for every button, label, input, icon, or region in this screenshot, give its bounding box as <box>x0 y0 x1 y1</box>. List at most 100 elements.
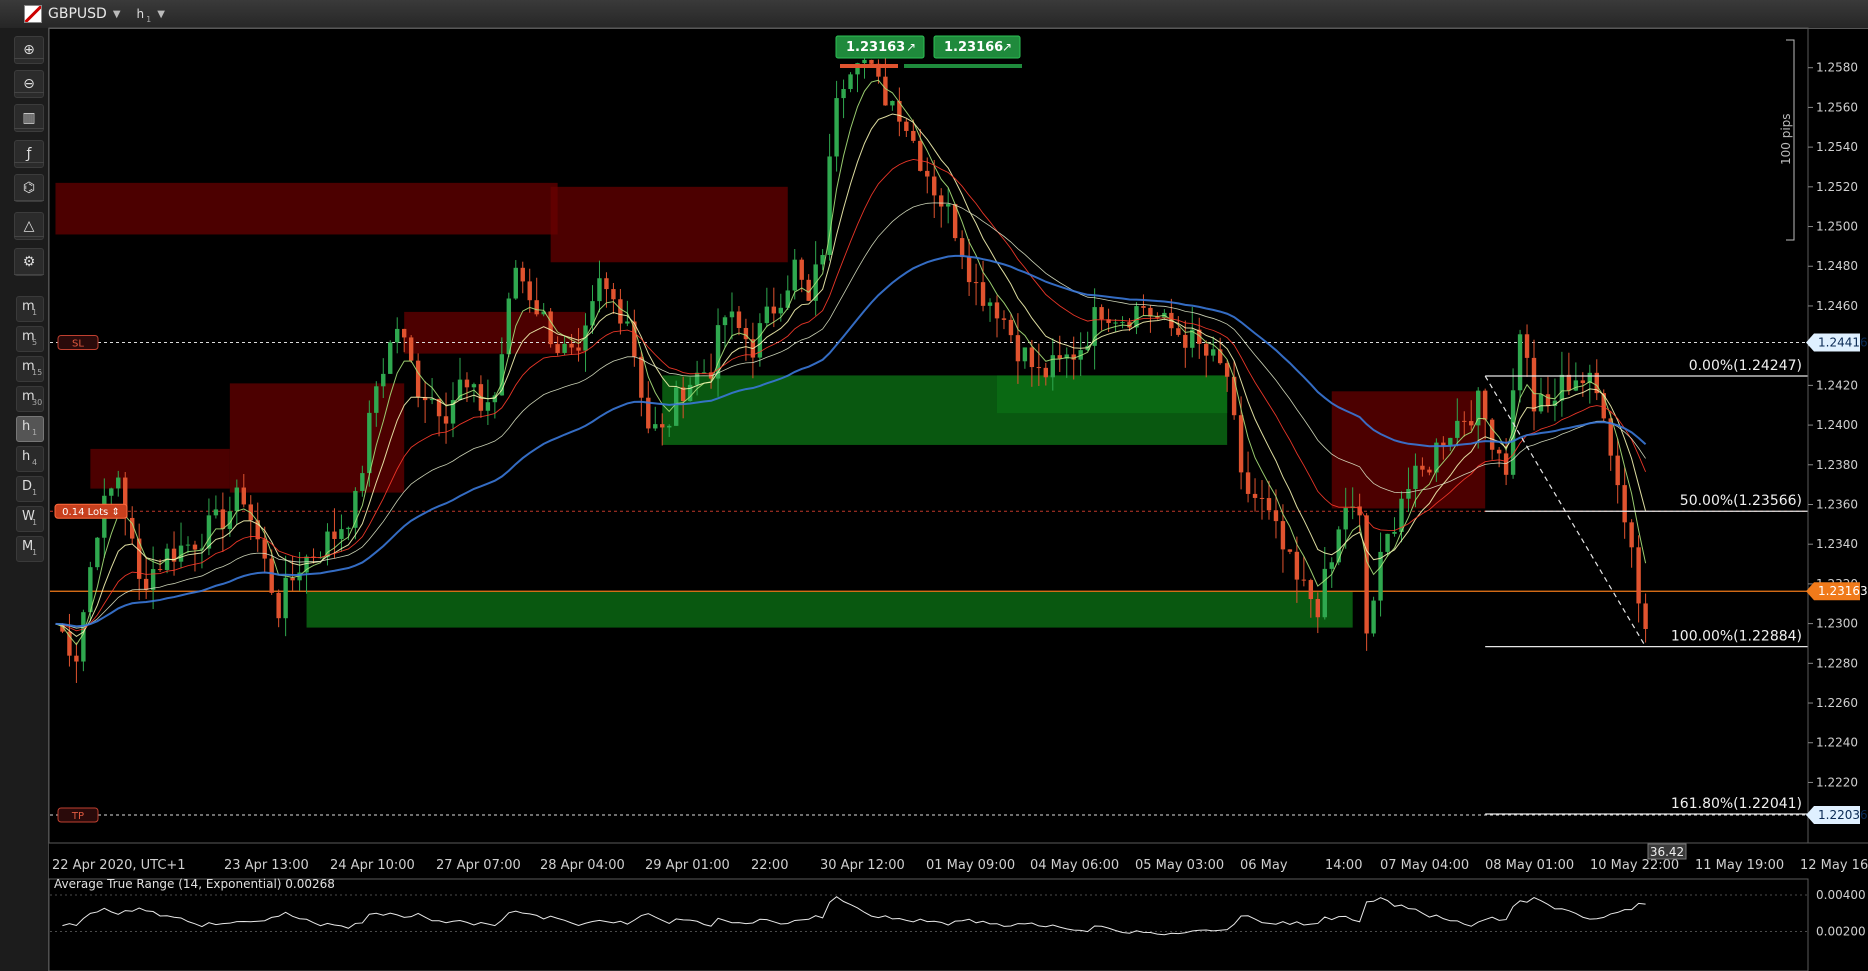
candle-body <box>471 384 477 388</box>
candle-body <box>346 527 351 530</box>
time-tick-label: 24 Apr 10:00 <box>330 858 415 873</box>
candle-body <box>290 577 295 581</box>
price-tick-label: 1.2460 <box>1816 299 1858 313</box>
time-tick-label: 28 Apr 04:00 <box>540 858 625 873</box>
candle-body <box>1531 357 1537 412</box>
candle-body <box>743 327 749 340</box>
candle-body <box>276 592 281 619</box>
time-tick-label: 23 Apr 13:00 <box>224 858 309 873</box>
candle-body <box>520 267 525 282</box>
candle-body <box>1057 355 1062 359</box>
price-tick-label: 1.2280 <box>1816 656 1858 670</box>
candle-body <box>1071 354 1076 360</box>
candle-body <box>639 356 644 398</box>
candle-body <box>736 311 742 328</box>
buy-button-label[interactable]: 1.23166 <box>944 40 1003 55</box>
candle-body <box>485 402 491 411</box>
candle-body <box>464 379 470 388</box>
candle-body <box>869 59 874 64</box>
candle-body <box>220 509 226 529</box>
candle-body <box>1413 465 1418 489</box>
candle-body <box>1050 355 1055 378</box>
lots-tag[interactable]: 0.14 Lots ⇕ <box>62 507 120 518</box>
price-tick-label: 1.2260 <box>1816 696 1858 710</box>
time-tick-label: 07 May 04:00 <box>1380 858 1469 873</box>
candle-body <box>1141 306 1146 308</box>
time-tick-label: 27 Apr 07:00 <box>436 858 521 873</box>
fib-level-label: 50.00%(1.23566) <box>1680 493 1802 509</box>
candle-body <box>597 278 602 302</box>
candle-body <box>932 176 937 196</box>
candle-body <box>1329 562 1334 569</box>
price-tick-label: 1.2220 <box>1816 775 1858 789</box>
price-tick-label: 1.2540 <box>1816 140 1858 154</box>
candle-body <box>1176 328 1181 335</box>
candle-body <box>1204 343 1209 356</box>
candle-body <box>262 539 267 559</box>
price-tick-label: 1.2420 <box>1816 378 1858 392</box>
candle-body <box>966 257 972 283</box>
price-tick-label: 1.2380 <box>1816 458 1858 472</box>
candle-body <box>841 89 846 99</box>
candle-body <box>1315 599 1321 618</box>
time-tick-label: 12 May 16: <box>1800 858 1868 873</box>
candle-body <box>611 289 616 300</box>
candle-body <box>827 156 832 255</box>
atr-tick-label: 0.00200 <box>1816 924 1866 938</box>
candle-body <box>1183 334 1188 348</box>
candle-body <box>848 74 853 90</box>
candle-body <box>367 412 372 474</box>
candle-body <box>506 298 512 355</box>
price-tick-label: 1.2520 <box>1816 180 1858 194</box>
candle-body <box>234 487 240 512</box>
candle-body <box>604 278 609 290</box>
candle-body <box>1008 319 1014 336</box>
fib-level-label: 100.00%(1.22884) <box>1671 629 1802 645</box>
candle-body <box>1148 307 1153 317</box>
time-tick-label: 01 May 09:00 <box>926 858 1015 873</box>
candle-body <box>332 531 337 539</box>
candle-body <box>1280 521 1286 550</box>
time-tick-label: 05 May 03:00 <box>1135 858 1224 873</box>
candle-body <box>527 281 532 301</box>
candle-body <box>1392 531 1397 534</box>
candle-body <box>339 529 344 539</box>
price-tick-label: 1.2240 <box>1816 736 1858 750</box>
candle-body <box>1420 465 1425 470</box>
candle-body <box>185 544 191 546</box>
candle-body <box>143 578 149 590</box>
candle-body <box>95 537 100 568</box>
price-tick-label: 1.2300 <box>1816 617 1858 631</box>
candle-body <box>513 267 518 299</box>
candle-body <box>1427 469 1432 473</box>
candle-body <box>562 343 567 353</box>
sell-button-label[interactable]: 1.23163 <box>846 40 905 55</box>
candle-body <box>381 373 386 387</box>
candle-body <box>1252 493 1258 498</box>
candle-body <box>1001 318 1007 320</box>
price-tick-label: 1.2340 <box>1816 537 1858 551</box>
candle-body <box>1524 334 1530 358</box>
candle-body <box>1378 551 1383 601</box>
sell-spread-bar <box>840 64 898 68</box>
candle-body <box>925 170 930 177</box>
candle-body <box>1029 347 1035 368</box>
fib-level-label: 0.00%(1.24247) <box>1689 358 1802 374</box>
sl-tag[interactable]: SL <box>72 338 84 349</box>
candle-body <box>1224 363 1230 377</box>
candle-body <box>1469 421 1474 426</box>
candle-body <box>792 259 797 291</box>
candle-body <box>959 238 965 258</box>
candle-body <box>1448 437 1453 446</box>
chart-canvas[interactable]: 0.00%(1.24247) 50.00%(1.23566) 100.00%(1.2… <box>0 0 1868 971</box>
tp-tag[interactable]: TP <box>71 811 84 822</box>
current-price-tag: 1.23163 <box>1818 584 1868 598</box>
candle-body <box>415 360 421 397</box>
candle-body <box>1462 420 1467 422</box>
candle-body <box>157 569 163 571</box>
candle-body <box>443 416 449 424</box>
candle-body <box>1113 322 1118 324</box>
candle-body <box>395 328 400 343</box>
candle-body <box>890 100 895 106</box>
time-tick-label: 10 May 22:00 <box>1590 858 1679 873</box>
